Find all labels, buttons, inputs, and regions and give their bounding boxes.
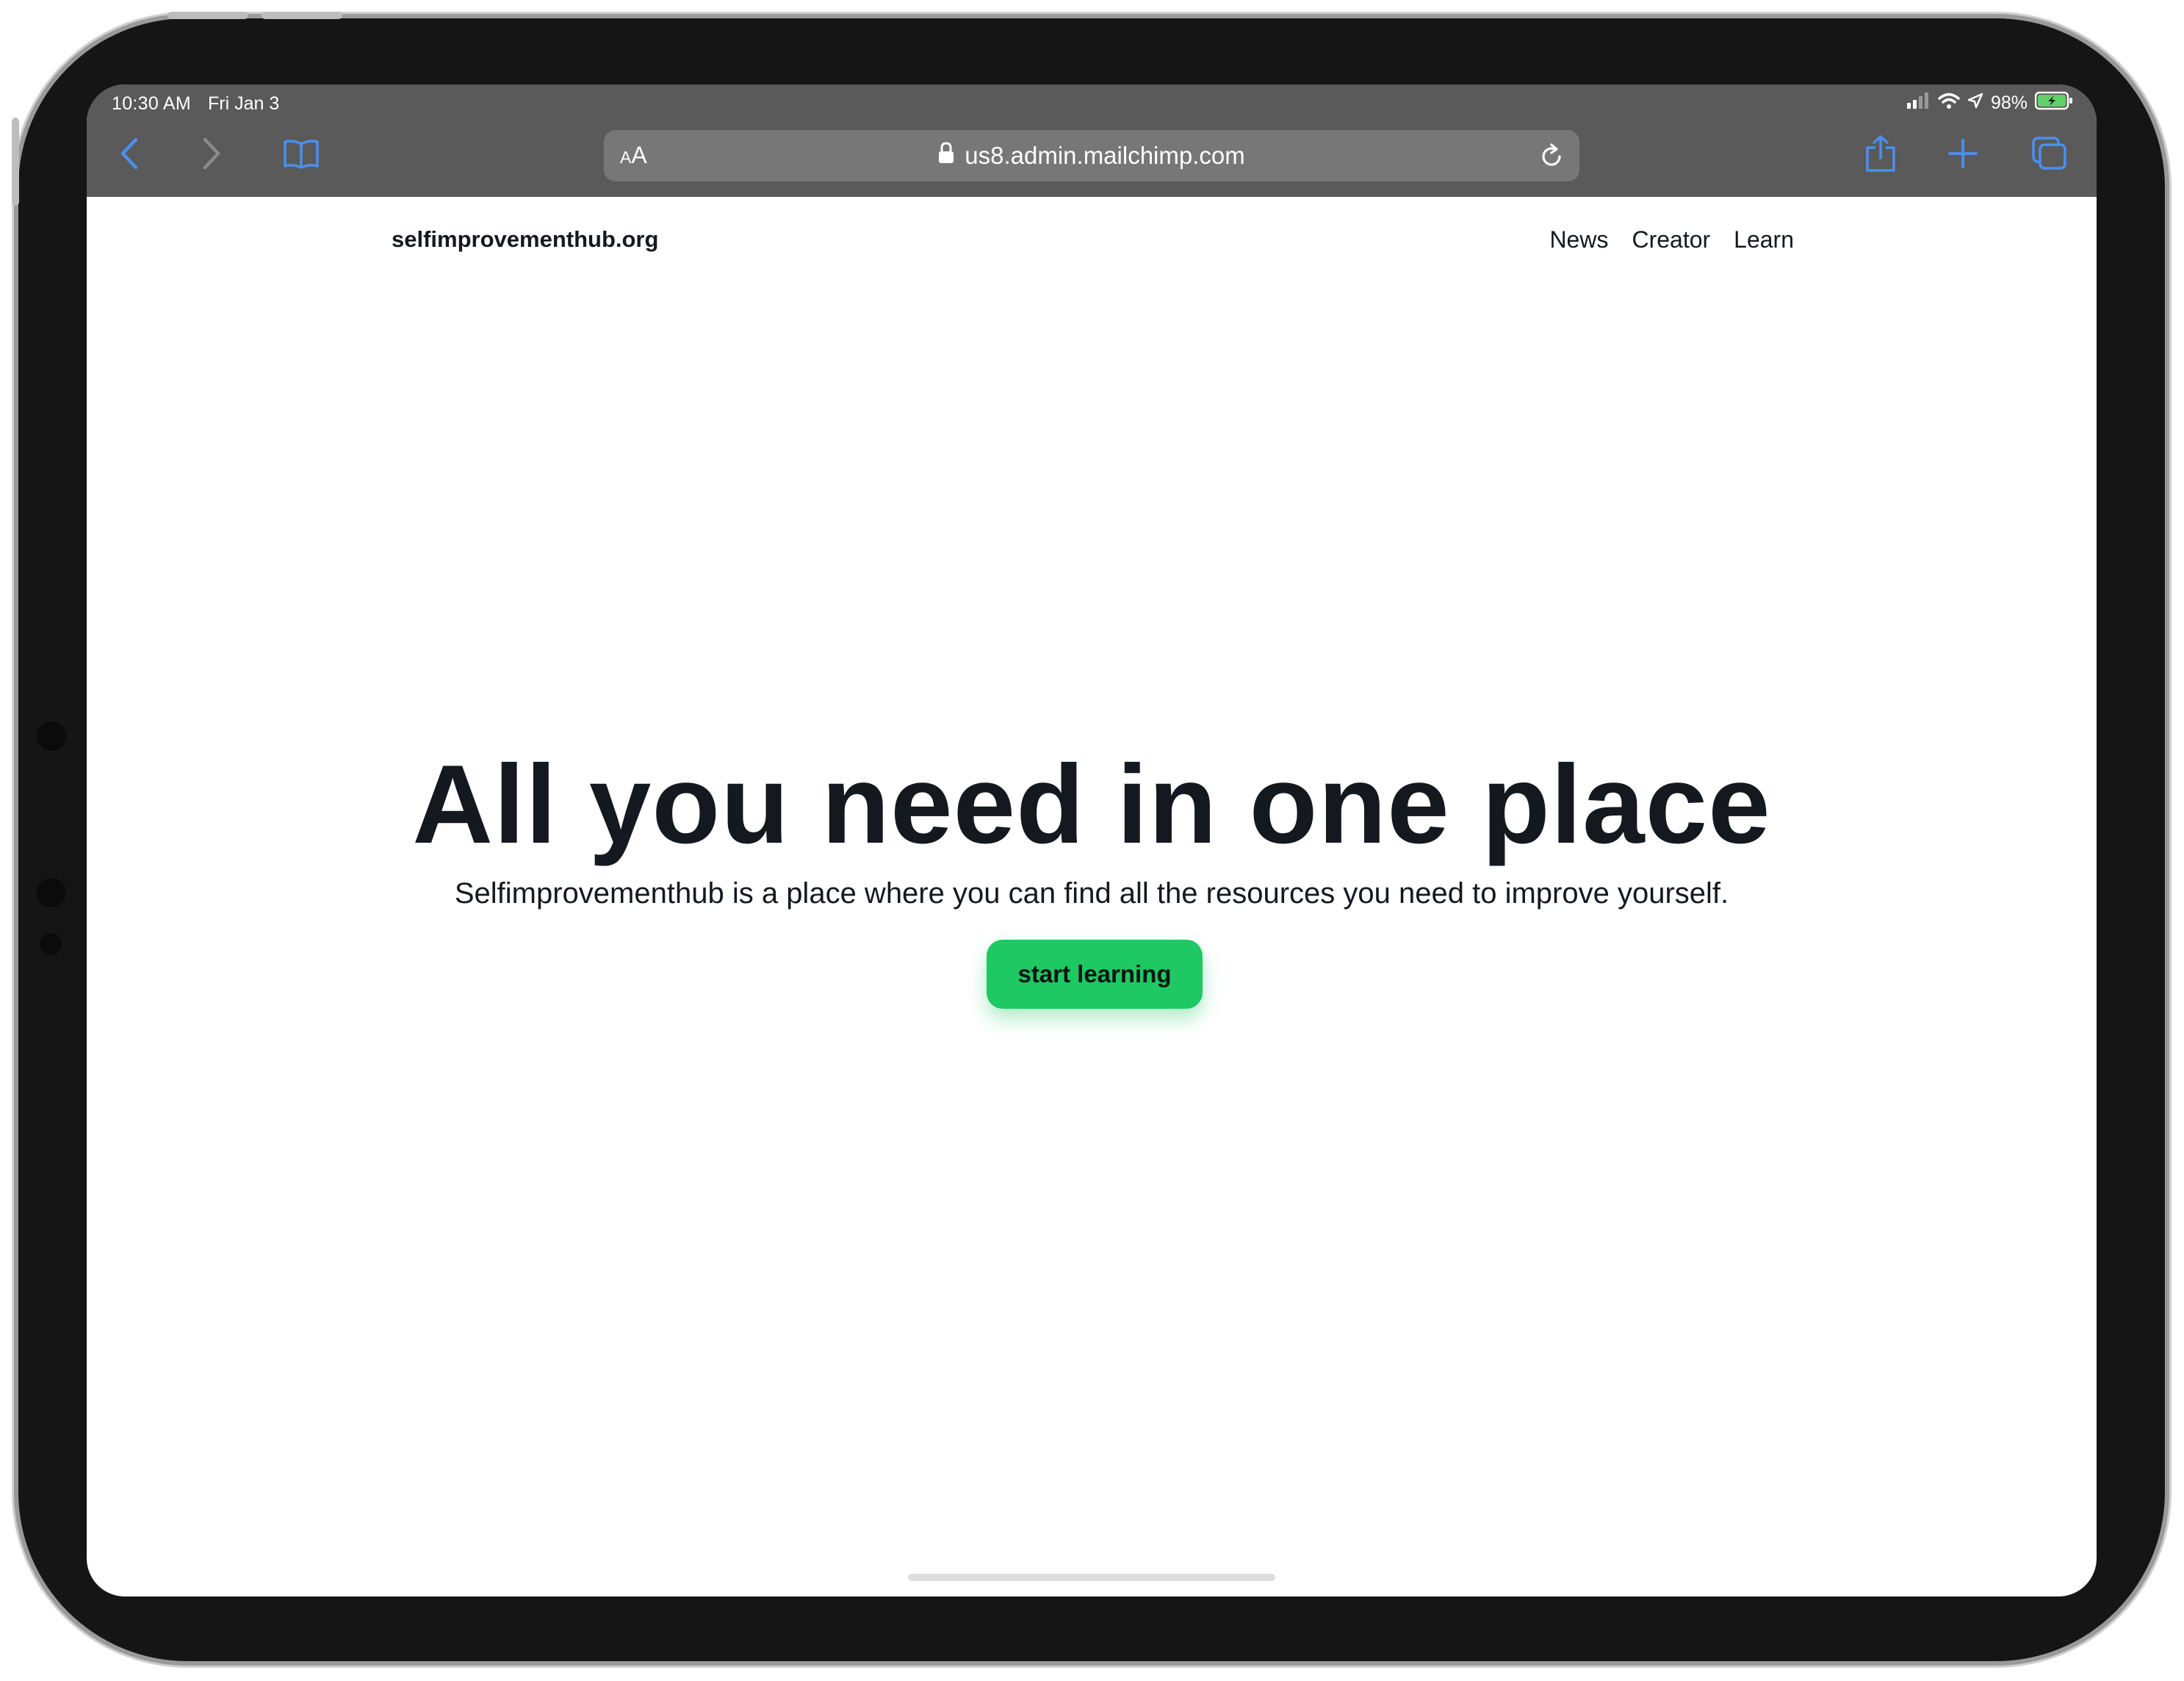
bookmarks-button[interactable] <box>279 133 323 177</box>
status-date: Fri Jan 3 <box>208 93 280 114</box>
side-sensor <box>40 933 62 955</box>
location-icon <box>1967 93 1983 114</box>
tabs-button[interactable] <box>2028 133 2072 177</box>
top-button-left <box>167 12 248 19</box>
book-icon <box>283 138 320 173</box>
battery-charging-icon <box>2034 91 2073 115</box>
top-button-right <box>262 12 342 19</box>
battery-percent: 98% <box>1990 92 2028 113</box>
status-time: 10:30 AM <box>112 93 192 114</box>
signal-icon <box>1906 92 1931 114</box>
back-button[interactable] <box>107 133 151 177</box>
lock-icon <box>938 142 954 170</box>
forward-button[interactable] <box>190 133 234 177</box>
hero-subtitle: Selfimprovementhub is a place where you … <box>454 877 1729 910</box>
wifi-icon <box>1938 93 1960 114</box>
side-button <box>12 118 19 206</box>
status-indicators: 98% <box>1906 91 2073 115</box>
home-indicator[interactable] <box>908 1574 1275 1581</box>
nav-link-learn[interactable]: Learn <box>1734 226 1794 253</box>
site-logo[interactable]: selfimprovementhub.org <box>392 226 658 253</box>
hero-title: All you need in one place <box>412 742 1771 867</box>
nav-link-news[interactable]: News <box>1549 226 1608 253</box>
site-header: selfimprovementhub.org News Creator Lear… <box>87 197 2097 285</box>
site-nav: News Creator Learn <box>1549 226 1794 253</box>
browser-screen: 10:30 AM Fri Jan 3 98% AA us8.admin.mail… <box>87 84 2097 1597</box>
share-button[interactable] <box>1859 133 1903 177</box>
chevron-left-icon <box>117 137 142 174</box>
address-bar[interactable]: AA us8.admin.mailchimp.com <box>604 130 1579 181</box>
new-tab-button[interactable] <box>1941 133 1985 177</box>
start-learning-button[interactable]: start learning <box>987 940 1203 1009</box>
url-text: us8.admin.mailchimp.com <box>965 142 1245 169</box>
tabs-icon <box>2031 136 2068 175</box>
share-icon <box>1864 134 1897 176</box>
nav-link-creator[interactable]: Creator <box>1632 226 1710 253</box>
reload-icon[interactable] <box>1537 142 1566 171</box>
side-sensor <box>37 721 66 751</box>
chevron-right-icon <box>199 137 224 174</box>
url-display[interactable]: us8.admin.mailchimp.com <box>604 130 1579 181</box>
browser-toolbar: 10:30 AM Fri Jan 3 98% AA us8.admin.mail… <box>87 84 2097 197</box>
side-sensor <box>37 878 66 907</box>
plus-icon <box>1947 138 1978 173</box>
